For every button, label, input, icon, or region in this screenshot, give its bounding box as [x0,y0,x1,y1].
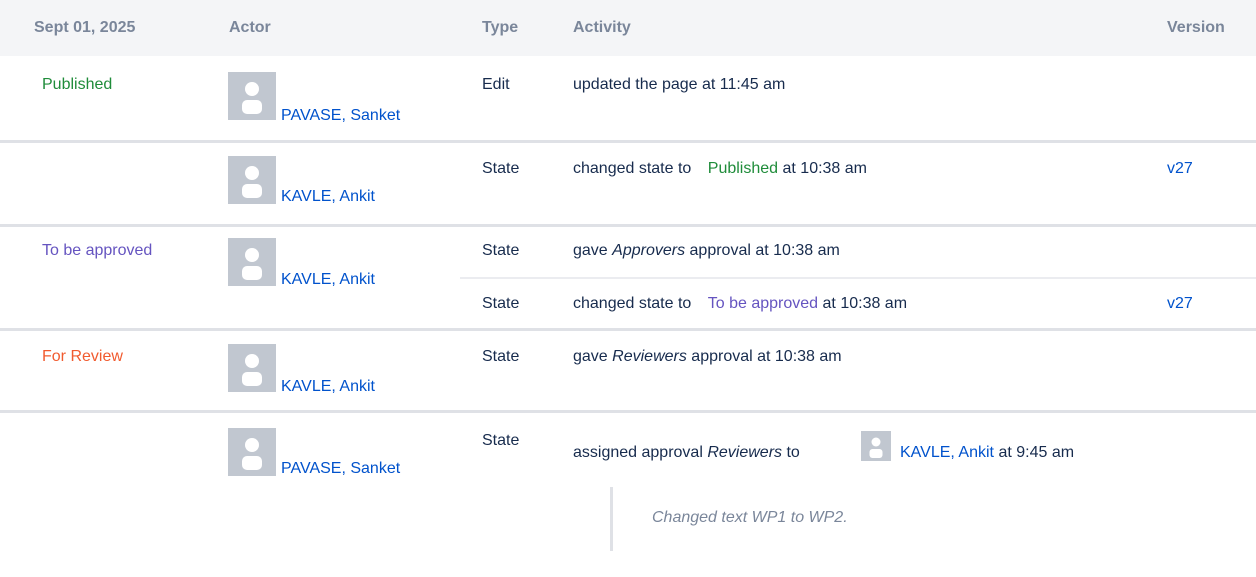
default-user-avatar-icon[interactable] [228,156,276,204]
row-activity: updated the page at 11:45 am [573,76,786,93]
row-divider [0,328,1256,331]
activity-role: Reviewers [612,348,687,365]
header-actor: Actor [229,19,271,36]
default-user-avatar-icon[interactable] [228,344,276,392]
row-divider [0,140,1256,143]
activity-role: Reviewers [707,444,783,461]
activity-suffix: at 10:38 am [822,295,908,312]
mentioned-user-link[interactable]: KAVLE, Ankit [900,444,994,461]
row-activity: gave Reviewers approval at 10:38 am [573,347,842,367]
actor-link[interactable]: PAVASE, Sanket [281,459,400,479]
row-type: Edit [482,76,510,93]
version-link[interactable]: v27 [1167,159,1193,179]
row-type: State [482,348,520,365]
comment-text: Changed text WP1 to WP2. [652,508,848,528]
activity-suffix: at 9:45 am [998,444,1075,461]
row-type: State [482,295,520,312]
actor-link[interactable]: PAVASE, Sanket [281,106,400,126]
activity-prefix: gave [573,242,608,259]
activity-prefix: changed state to [573,160,692,177]
activity-prefix: gave [573,348,608,365]
activity-state-to-be-approved: To be approved [707,295,819,312]
actor-link[interactable]: KAVLE, Ankit [281,270,375,290]
row-type: State [482,160,520,177]
row-divider [0,410,1256,413]
row-state-published: Published [42,76,113,93]
activity-prefix: assigned approval [573,444,703,461]
row-state-for-review: For Review [42,348,123,365]
activity-to: to [786,444,800,461]
comment-end: . [843,509,848,526]
actor-link[interactable]: KAVLE, Ankit [281,187,375,207]
row-type: State [482,242,520,259]
row-activity: changed state to To be approved at 10:38… [573,294,907,314]
default-user-avatar-icon[interactable] [228,428,276,476]
activity-prefix: changed state to [573,295,692,312]
row-activity-user: KAVLE, Ankit at 9:45 am [900,443,1074,463]
comment-body: Changed text WP1 to WP2 [652,509,844,526]
row-divider [0,224,1256,227]
default-user-avatar-icon[interactable] [228,238,276,286]
version-link[interactable]: v27 [1167,294,1193,314]
activity-state-published: Published [707,160,779,177]
row-activity: gave Approvers approval at 10:38 am [573,241,840,261]
header-activity: Activity [573,19,631,36]
header-version: Version [1167,19,1225,36]
actor-link[interactable]: KAVLE, Ankit [281,377,375,397]
activity-suffix: approval at 10:38 am [691,348,842,365]
header-date: Sept 01, 2025 [34,19,136,36]
row-state-to-be-approved: To be approved [42,242,153,259]
default-user-avatar-icon[interactable] [861,431,891,461]
default-user-avatar-icon[interactable] [228,72,276,120]
row-activity: assigned approval Reviewers to [573,443,800,463]
activity-suffix: at 10:38 am [782,160,868,177]
header-type: Type [482,19,519,36]
comment-quote-bar [610,487,613,551]
row-type: State [482,432,520,449]
activity-suffix: approval at 10:38 am [689,242,840,259]
row-activity: changed state to Published at 10:38 am [573,159,867,179]
activity-role: Approvers [612,242,686,259]
history-table-header: Sept 01, 2025 Actor Type Activity Versio… [0,0,1256,56]
entry-divider [460,277,1256,279]
